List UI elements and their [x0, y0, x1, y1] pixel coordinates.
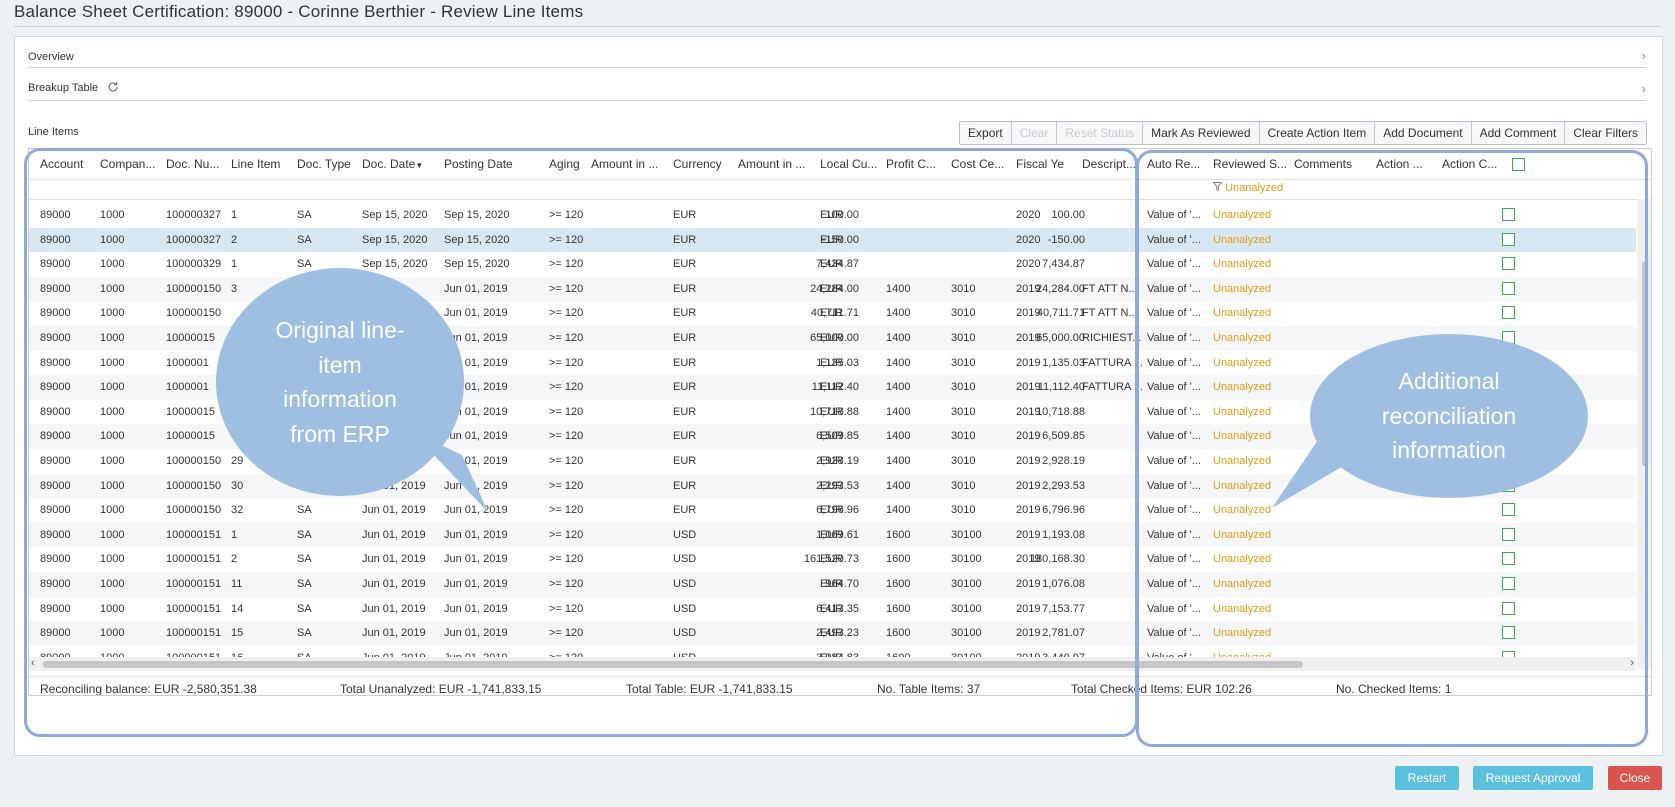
- erp-callout: Original line-item information from ERP: [216, 268, 464, 496]
- request-approval-button[interactable]: Request Approval: [1473, 766, 1593, 790]
- recon-callout: Additional reconciliation information: [1310, 334, 1588, 498]
- restart-button[interactable]: Restart: [1395, 766, 1459, 790]
- close-button[interactable]: Close: [1608, 766, 1662, 790]
